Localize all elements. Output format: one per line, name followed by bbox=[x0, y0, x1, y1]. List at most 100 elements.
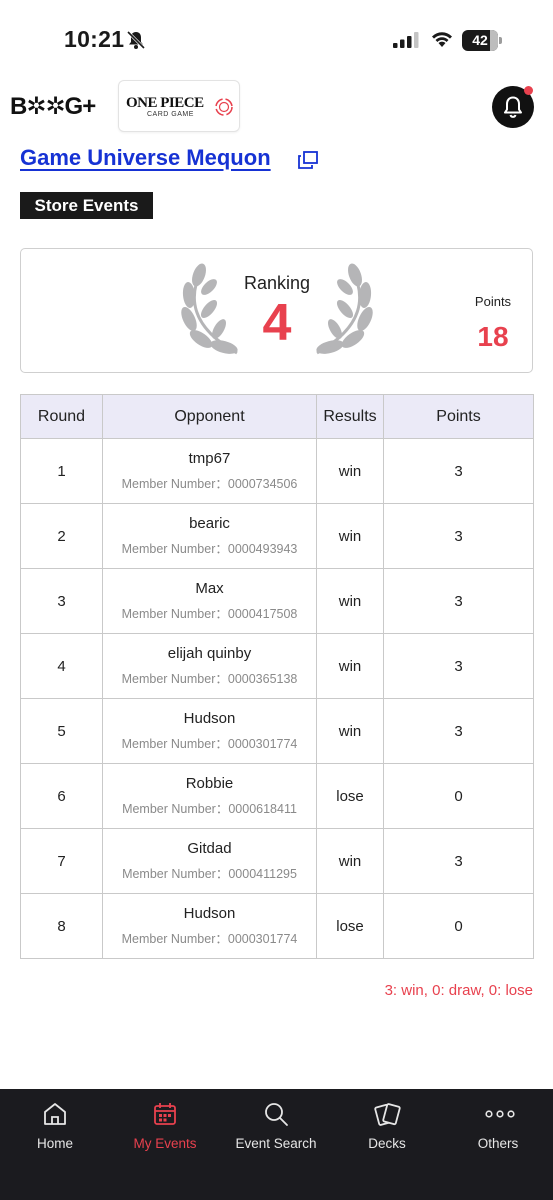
result-cell: win bbox=[316, 568, 384, 634]
bottom-nav: Home My Events Event Search Decks Others bbox=[0, 1089, 553, 1200]
more-icon bbox=[485, 1110, 515, 1118]
header-points: Points bbox=[383, 394, 534, 439]
status-bar: 10:21 42 bbox=[0, 0, 553, 70]
result-cell: lose bbox=[316, 763, 384, 829]
member-number: Member Number：0000493943 bbox=[121, 542, 298, 556]
opponent-name: Robbie bbox=[185, 775, 234, 792]
member-number: Member Number：0000734506 bbox=[121, 477, 298, 491]
opponent-cell: Hudson Member Number：0000301774 bbox=[102, 893, 317, 959]
round-cell: 7 bbox=[20, 828, 103, 894]
points-cell: 3 bbox=[383, 698, 534, 764]
member-number: Member Number：0000301774 bbox=[121, 737, 298, 751]
notification-badge bbox=[524, 86, 533, 95]
result-cell: win bbox=[316, 503, 384, 569]
points-value: 18 bbox=[477, 321, 509, 352]
round-cell: 3 bbox=[20, 568, 103, 634]
nav-home-label: Home bbox=[36, 1136, 73, 1151]
points-label: Points bbox=[474, 294, 512, 309]
ranking-label: Ranking bbox=[243, 273, 311, 293]
nav-my-events-label: My Events bbox=[133, 1136, 197, 1151]
ranking-value: 4 bbox=[262, 294, 292, 352]
opponent-name: Hudson bbox=[183, 710, 236, 727]
nav-event-search[interactable]: Event Search bbox=[221, 1089, 331, 1169]
member-number: Member Number：0000301774 bbox=[121, 932, 298, 946]
silent-bell-icon bbox=[126, 30, 146, 50]
nav-event-search-label: Event Search bbox=[235, 1136, 317, 1151]
opponent-cell: bearic Member Number：0000493943 bbox=[102, 503, 317, 569]
points-cell: 3 bbox=[383, 503, 534, 569]
opponent-cell: elijah quinby Member Number：0000365138 bbox=[102, 633, 317, 699]
battery-icon: 42 bbox=[462, 30, 502, 51]
opponent-name: Hudson bbox=[183, 905, 236, 922]
round-cell: 1 bbox=[20, 438, 103, 504]
bandai-tcg-plus-logo[interactable]: B✲✲G+ bbox=[10, 92, 96, 121]
nav-my-events[interactable]: My Events bbox=[110, 1089, 220, 1169]
battery-level: 42 bbox=[472, 32, 488, 48]
member-number: Member Number：0000365138 bbox=[121, 672, 298, 686]
logo-main-text: ONE PIECE bbox=[126, 95, 204, 111]
app-header: B✲✲G+ ONE PIECE CARD GAME bbox=[0, 78, 553, 134]
opponent-name: Gitdad bbox=[187, 840, 232, 857]
nav-home[interactable]: Home bbox=[0, 1089, 110, 1169]
table-row: 5 Hudson Member Number：0000301774 win 3 bbox=[20, 698, 534, 764]
cards-icon bbox=[374, 1103, 401, 1126]
header-results: Results bbox=[316, 394, 384, 439]
table-row: 8 Hudson Member Number：0000301774 lose 0 bbox=[20, 893, 534, 959]
round-cell: 6 bbox=[20, 763, 103, 829]
table-row: 1 tmp67 Member Number：0000734506 win 3 bbox=[20, 438, 534, 504]
search-icon bbox=[265, 1103, 288, 1126]
table-row: 7 Gitdad Member Number：0000411295 win 3 bbox=[20, 828, 534, 894]
result-cell: win bbox=[316, 438, 384, 504]
one-piece-card-game-logo[interactable]: ONE PIECE CARD GAME bbox=[118, 80, 240, 132]
opponent-cell: tmp67 Member Number：0000734506 bbox=[102, 438, 317, 504]
table-row: 4 elijah quinby Member Number：0000365138 … bbox=[20, 633, 534, 699]
round-cell: 2 bbox=[20, 503, 103, 569]
nav-others-label: Others bbox=[477, 1136, 519, 1151]
opponent-name: tmp67 bbox=[188, 450, 231, 467]
notification-button[interactable] bbox=[492, 86, 534, 128]
member-number: Member Number：0000618411 bbox=[122, 802, 297, 816]
table-row: 2 bearic Member Number：0000493943 win 3 bbox=[20, 503, 534, 569]
opponent-name: elijah quinby bbox=[167, 645, 252, 662]
member-number: Member Number：0000411295 bbox=[122, 867, 297, 881]
header-round: Round bbox=[20, 394, 103, 439]
round-cell: 8 bbox=[20, 893, 103, 959]
ranking-card: Ranking 4 Points 18 bbox=[20, 248, 533, 373]
result-cell: lose bbox=[316, 893, 384, 959]
store-name-link[interactable]: Game Universe Mequon bbox=[20, 145, 271, 171]
table-header-row: Round Opponent Results Points bbox=[20, 394, 534, 439]
opponent-cell: Hudson Member Number：0000301774 bbox=[102, 698, 317, 764]
cellular-signal-icon bbox=[393, 32, 419, 48]
opponent-name: Max bbox=[195, 580, 224, 597]
points-legend: 3: win, 0: draw, 0: lose bbox=[384, 982, 533, 999]
table-row: 3 Max Member Number：0000417508 win 3 bbox=[20, 568, 534, 634]
points-cell: 0 bbox=[383, 763, 534, 829]
header-opponent: Opponent bbox=[102, 394, 317, 439]
home-icon bbox=[44, 1103, 66, 1125]
opponent-name: bearic bbox=[189, 515, 230, 532]
opponent-cell: Gitdad Member Number：0000411295 bbox=[102, 828, 317, 894]
section-tag: Store Events bbox=[20, 192, 153, 219]
status-time: 10:21 bbox=[64, 26, 125, 52]
results-table: Round Opponent Results Points 1 tmp67 Mem… bbox=[20, 394, 534, 959]
result-cell: win bbox=[316, 633, 384, 699]
bell-icon bbox=[504, 96, 522, 118]
logo-ring-icon bbox=[215, 98, 233, 116]
points-cell: 0 bbox=[383, 893, 534, 959]
points-cell: 3 bbox=[383, 438, 534, 504]
table-row: 6 Robbie Member Number：0000618411 lose 0 bbox=[20, 763, 534, 829]
points-cell: 3 bbox=[383, 568, 534, 634]
nav-others[interactable]: Others bbox=[443, 1089, 553, 1169]
nav-decks[interactable]: Decks bbox=[332, 1089, 442, 1169]
wifi-icon bbox=[432, 32, 452, 47]
calendar-icon bbox=[154, 1103, 176, 1125]
points-cell: 3 bbox=[383, 828, 534, 894]
opponent-cell: Max Member Number：0000417508 bbox=[102, 568, 317, 634]
member-number: Member Number：0000417508 bbox=[121, 607, 298, 621]
external-link-icon[interactable] bbox=[298, 151, 318, 169]
result-cell: win bbox=[316, 828, 384, 894]
nav-decks-label: Decks bbox=[368, 1136, 406, 1151]
result-cell: win bbox=[316, 698, 384, 764]
logo-sub-text: CARD GAME bbox=[147, 111, 194, 118]
round-cell: 4 bbox=[20, 633, 103, 699]
